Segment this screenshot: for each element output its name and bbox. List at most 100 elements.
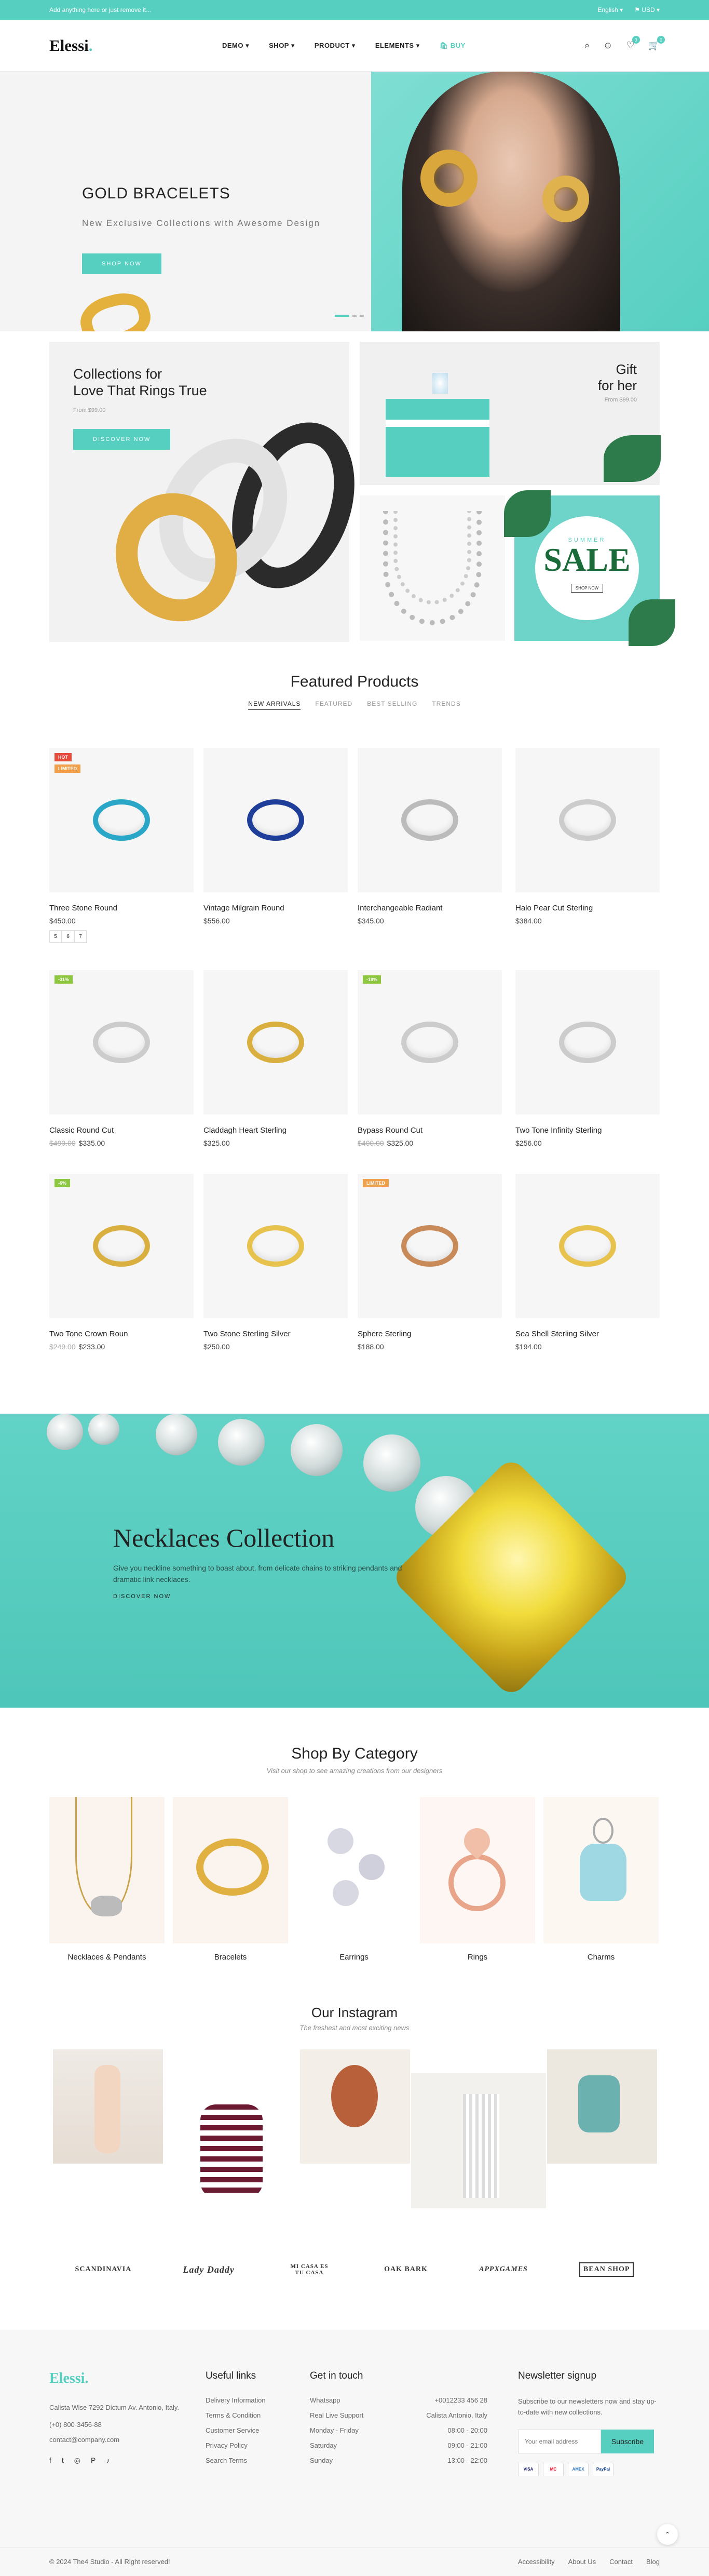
hero-slider[interactable]: GOLD BRACELETS New Exclusive Collections… bbox=[0, 72, 709, 331]
newsletter-email-input[interactable] bbox=[518, 2429, 601, 2453]
category-bracelets[interactable]: Bracelets bbox=[173, 1797, 288, 1962]
product-name[interactable]: Claddagh Heart Sterling bbox=[203, 1126, 348, 1135]
product-name[interactable]: Sphere Sterling bbox=[358, 1330, 502, 1338]
product-card[interactable]: Two Tone Infinity Sterling $256.00 bbox=[515, 970, 660, 1147]
product-name[interactable]: Vintage Milgrain Round bbox=[203, 904, 348, 913]
footer-link[interactable]: Terms & Condition bbox=[206, 2411, 266, 2419]
instagram-photo[interactable] bbox=[53, 2049, 163, 2164]
brand-logo[interactable]: SCANDINAVIA bbox=[75, 2265, 132, 2274]
product-image[interactable] bbox=[203, 748, 348, 892]
brand-logo[interactable]: MI CASA ES TU CASA bbox=[286, 2263, 333, 2276]
pinterest-icon[interactable]: P bbox=[91, 2456, 96, 2465]
currency-selector[interactable]: ⚑ USD ▾ bbox=[634, 6, 660, 14]
size-option[interactable]: 6 bbox=[62, 930, 74, 943]
product-name[interactable]: Halo Pear Cut Sterling bbox=[515, 904, 660, 913]
rings-banner[interactable]: Collections for Love That Rings True From… bbox=[49, 342, 376, 642]
product-image[interactable] bbox=[358, 748, 502, 892]
product-image[interactable] bbox=[515, 970, 660, 1115]
instagram-photo[interactable] bbox=[411, 2073, 546, 2208]
product-card[interactable]: Vintage Milgrain Round $556.00 bbox=[203, 748, 348, 925]
product-name[interactable]: Two Tone Crown Roun bbox=[49, 1330, 194, 1338]
product-card[interactable]: -31% Classic Round Cut $490.00 $335.00 bbox=[49, 970, 194, 1147]
product-image[interactable]: LIMITED bbox=[358, 1174, 502, 1318]
product-card[interactable]: -19% Bypass Round Cut $400.00 $325.00 bbox=[358, 970, 502, 1147]
language-selector[interactable]: English ▾ bbox=[597, 6, 623, 14]
product-name[interactable]: Two Stone Sterling Silver bbox=[203, 1330, 348, 1338]
product-name[interactable]: Interchangeable Radiant bbox=[358, 904, 502, 913]
product-card[interactable]: Sea Shell Sterling Silver $194.00 bbox=[515, 1174, 660, 1351]
product-image[interactable] bbox=[515, 748, 660, 892]
product-card[interactable]: Two Stone Sterling Silver $250.00 bbox=[203, 1174, 348, 1351]
product-image[interactable] bbox=[203, 970, 348, 1115]
necklaces-discover-link[interactable]: DISCOVER NOW bbox=[113, 1593, 171, 1600]
footer-logo[interactable]: Elessi. bbox=[49, 2370, 184, 2387]
tab-best-selling[interactable]: BEST SELLING bbox=[367, 700, 417, 710]
sale-shop-now[interactable]: SHOP NOW bbox=[570, 584, 604, 593]
sale-banner[interactable]: SUMMER SALE SHOP NOW bbox=[504, 490, 675, 646]
product-image[interactable]: -31% bbox=[49, 970, 194, 1115]
wishlist-icon[interactable]: ♡ 0 bbox=[626, 36, 640, 51]
footer-bottom-link[interactable]: Blog bbox=[646, 2558, 660, 2566]
product-card[interactable]: HOT LIMITED Three Stone Round $450.00 5 6 7 bbox=[49, 748, 194, 943]
product-card[interactable]: Interchangeable Radiant $345.00 bbox=[358, 748, 502, 925]
subscribe-button[interactable]: Subscribe bbox=[601, 2429, 654, 2453]
brand-logo[interactable]: OAK BARK bbox=[384, 2265, 428, 2274]
slider-dots[interactable] bbox=[335, 315, 364, 317]
gift-banner[interactable]: Gift for her From $99.00 bbox=[360, 342, 661, 485]
product-card[interactable]: Claddagh Heart Sterling $325.00 bbox=[203, 970, 348, 1147]
category-rings[interactable]: Rings bbox=[420, 1797, 535, 1962]
twitter-icon[interactable]: t bbox=[62, 2456, 64, 2465]
tab-new-arrivals[interactable]: NEW ARRIVALS bbox=[248, 700, 301, 710]
product-image[interactable] bbox=[515, 1174, 660, 1318]
facebook-icon[interactable]: f bbox=[49, 2456, 51, 2465]
product-image[interactable]: -6% bbox=[49, 1174, 194, 1318]
product-card[interactable]: LIMITED Sphere Sterling $188.00 bbox=[358, 1174, 502, 1351]
instagram-photo[interactable] bbox=[300, 2049, 410, 2164]
user-icon[interactable]: ☺ bbox=[603, 40, 612, 51]
nav-buy[interactable]: 🛍 BUY bbox=[440, 42, 466, 50]
instagram-photo[interactable] bbox=[164, 2073, 299, 2208]
logo[interactable]: Elessi. bbox=[49, 36, 93, 55]
instagram-icon[interactable]: ◎ bbox=[74, 2456, 80, 2465]
product-name[interactable]: Classic Round Cut bbox=[49, 1126, 194, 1135]
footer-bottom-link[interactable]: Accessibility bbox=[518, 2558, 555, 2566]
product-name[interactable]: Two Tone Infinity Sterling bbox=[515, 1126, 660, 1135]
tab-trends[interactable]: TRENDS bbox=[432, 700, 460, 710]
product-name[interactable]: Bypass Round Cut bbox=[358, 1126, 502, 1135]
product-card[interactable]: Halo Pear Cut Sterling $384.00 bbox=[515, 748, 660, 925]
product-image[interactable]: HOT LIMITED bbox=[49, 748, 194, 892]
footer-bottom-link[interactable]: Contact bbox=[609, 2558, 633, 2566]
footer-bottom-link[interactable]: About Us bbox=[568, 2558, 596, 2566]
size-option[interactable]: 7 bbox=[74, 930, 87, 943]
scroll-to-top-button[interactable]: ⌃ bbox=[657, 2524, 678, 2545]
tiktok-icon[interactable]: ♪ bbox=[106, 2456, 110, 2465]
nav-elements[interactable]: ELEMENTS ▾ bbox=[375, 42, 420, 50]
discover-now-button[interactable]: DISCOVER NOW bbox=[73, 429, 171, 450]
cart-icon[interactable]: 🛒 0 bbox=[648, 36, 665, 51]
size-option[interactable]: 5 bbox=[49, 930, 62, 943]
nav-product[interactable]: PRODUCT ▾ bbox=[315, 42, 356, 50]
footer-link[interactable]: Delivery Information bbox=[206, 2396, 266, 2404]
footer-link[interactable]: Privacy Policy bbox=[206, 2441, 266, 2449]
footer-link[interactable]: Search Terms bbox=[206, 2457, 266, 2464]
product-image[interactable]: -19% bbox=[358, 970, 502, 1115]
product-image[interactable] bbox=[203, 1174, 348, 1318]
hero-shop-now-button[interactable]: SHOP NOW bbox=[82, 253, 161, 274]
footer-email[interactable]: contact@company.com bbox=[49, 2436, 184, 2444]
footer-link[interactable]: Customer Service bbox=[206, 2426, 266, 2434]
brand-logo[interactable]: APPXGAMES bbox=[479, 2265, 528, 2274]
nav-demo[interactable]: DEMO ▾ bbox=[222, 42, 249, 50]
instagram-photo[interactable] bbox=[547, 2049, 657, 2164]
product-card[interactable]: -6% Two Tone Crown Roun $249.00 $233.00 bbox=[49, 1174, 194, 1351]
product-name[interactable]: Three Stone Round bbox=[49, 904, 194, 913]
product-name[interactable]: Sea Shell Sterling Silver bbox=[515, 1330, 660, 1338]
search-icon[interactable]: ⌕ bbox=[584, 40, 590, 51]
category-necklaces[interactable]: Necklaces & Pendants bbox=[49, 1797, 165, 1962]
category-earrings[interactable]: Earrings bbox=[296, 1797, 412, 1962]
nav-shop[interactable]: SHOP ▾ bbox=[269, 42, 295, 50]
necklace-banner[interactable] bbox=[360, 495, 505, 641]
category-charms[interactable]: Charms bbox=[543, 1797, 659, 1962]
brand-logo[interactable]: BEAN SHOP bbox=[579, 2262, 634, 2277]
brand-logo[interactable]: Lady Daddy bbox=[183, 2264, 234, 2275]
footer-phone[interactable]: (+0) 800-3456-88 bbox=[49, 2421, 184, 2429]
